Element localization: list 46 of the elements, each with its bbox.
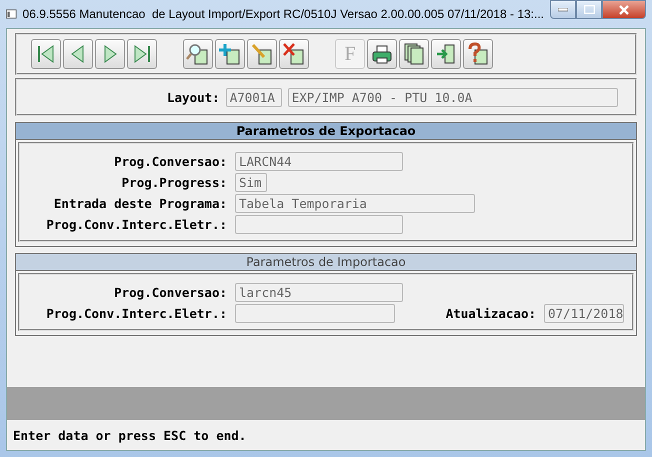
help-button[interactable] — [463, 39, 493, 69]
prev-button[interactable] — [63, 39, 93, 69]
maximize-icon — [584, 5, 594, 14]
pencil-icon — [250, 42, 274, 66]
help-icon — [466, 42, 490, 66]
maximize-button[interactable] — [576, 0, 602, 19]
add-icon — [218, 42, 242, 66]
status-message: Enter data or press ESC to end. — [13, 428, 246, 442]
print-button[interactable] — [367, 39, 397, 69]
input-field[interactable]: Tabela Temporaria — [235, 194, 475, 213]
field-label: Prog.Conversao: — [113, 285, 227, 300]
minimize-button[interactable] — [550, 0, 576, 19]
search-icon — [186, 42, 210, 66]
section-header: Parametros de Exportacao — [16, 123, 636, 140]
field-label: Prog.Conv.Interc.Eletr.: — [45, 306, 227, 321]
field-label: Prog.Conversao: — [113, 154, 227, 169]
field-label: Atualizacao: — [446, 306, 536, 321]
close-icon — [618, 4, 630, 14]
input-field[interactable]: Sim — [235, 173, 267, 192]
edit-button[interactable] — [247, 39, 277, 69]
layout-description-field[interactable]: EXP/IMP A700 - PTU 10.0A — [288, 88, 618, 106]
layout-code-field[interactable]: A7001A — [226, 88, 282, 106]
input-field[interactable]: larcn45 — [235, 283, 403, 302]
search-button[interactable] — [183, 39, 213, 69]
field-label: Prog.Conv.Interc.Eletr.: — [45, 217, 227, 232]
next-button[interactable] — [95, 39, 125, 69]
window-title: 06.9.5556 Manutencao de Layout Import/Export RC/0510J Versao 2.00.00.005 07/11/2018 - 13:... — [22, 7, 544, 21]
field-label: Entrada deste Programa: — [52, 196, 227, 211]
input-field[interactable] — [235, 215, 403, 234]
minimize-icon — [558, 8, 568, 12]
close-button[interactable] — [602, 0, 646, 19]
last-button[interactable] — [127, 39, 157, 69]
copy-icon — [402, 42, 426, 66]
input-field[interactable]: LARCN44 — [235, 152, 403, 171]
field-label: Layout: — [167, 90, 220, 104]
exit-button[interactable] — [431, 39, 461, 69]
copy-button[interactable] — [399, 39, 429, 69]
app-icon — [6, 8, 17, 20]
delete-button[interactable] — [279, 39, 309, 69]
field-label: Prog.Progress: — [120, 175, 227, 190]
delete-icon — [282, 42, 306, 66]
date-field[interactable]: 07/11/2018 — [544, 304, 624, 323]
input-field[interactable] — [235, 304, 395, 323]
add-button[interactable] — [215, 39, 245, 69]
first-button[interactable] — [31, 39, 61, 69]
section-header: Parametros de Importacao — [16, 254, 636, 271]
